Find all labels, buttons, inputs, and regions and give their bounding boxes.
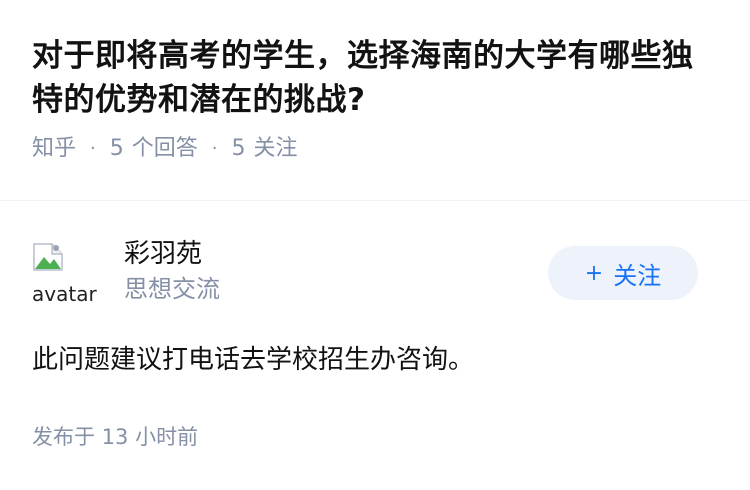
avatar-alt-text: avatar xyxy=(32,282,97,302)
author-row: avatar 彩羽苑 思想交流 + 关注 xyxy=(32,236,718,312)
plus-icon: + xyxy=(584,260,604,286)
follow-button-label: 关注 xyxy=(613,261,662,290)
publish-time: 发布于 13 小时前 xyxy=(32,425,199,449)
answer-card: avatar 彩羽苑 思想交流 + 关注 此问题建议打电话去学校招生办咨询。 发… xyxy=(32,236,718,452)
meta-separator: · xyxy=(211,138,218,159)
question-meta: 知乎 · 5 个回答 · 5 关注 xyxy=(32,134,718,164)
author-info: 彩羽苑 思想交流 xyxy=(124,236,220,306)
source-label[interactable]: 知乎 xyxy=(32,134,76,164)
author-name[interactable]: 彩羽苑 xyxy=(124,236,220,272)
author-description: 思想交流 xyxy=(124,275,220,303)
follower-count-label: 关注 xyxy=(253,136,298,161)
question-page: 对于即将高考的学生，选择海南的大学有哪些独特的优势和潜在的挑战? 知乎 · 5 … xyxy=(0,0,750,490)
answer-content[interactable]: 此问题建议打电话去学校招生办咨询。 xyxy=(32,340,718,380)
answer-count-label: 个回答 xyxy=(131,136,198,161)
follow-button[interactable]: + 关注 xyxy=(548,246,698,300)
section-divider xyxy=(0,200,750,201)
broken-image-icon xyxy=(33,243,63,271)
follower-count: 5 xyxy=(231,136,246,161)
question-title[interactable]: 对于即将高考的学生，选择海南的大学有哪些独特的优势和潜在的挑战? xyxy=(32,34,718,122)
question-header: 对于即将高考的学生，选择海南的大学有哪些独特的优势和潜在的挑战? 知乎 · 5 … xyxy=(0,0,750,164)
avatar[interactable]: avatar xyxy=(32,240,100,302)
answer-count: 5 xyxy=(109,136,124,161)
meta-separator: · xyxy=(90,138,96,159)
